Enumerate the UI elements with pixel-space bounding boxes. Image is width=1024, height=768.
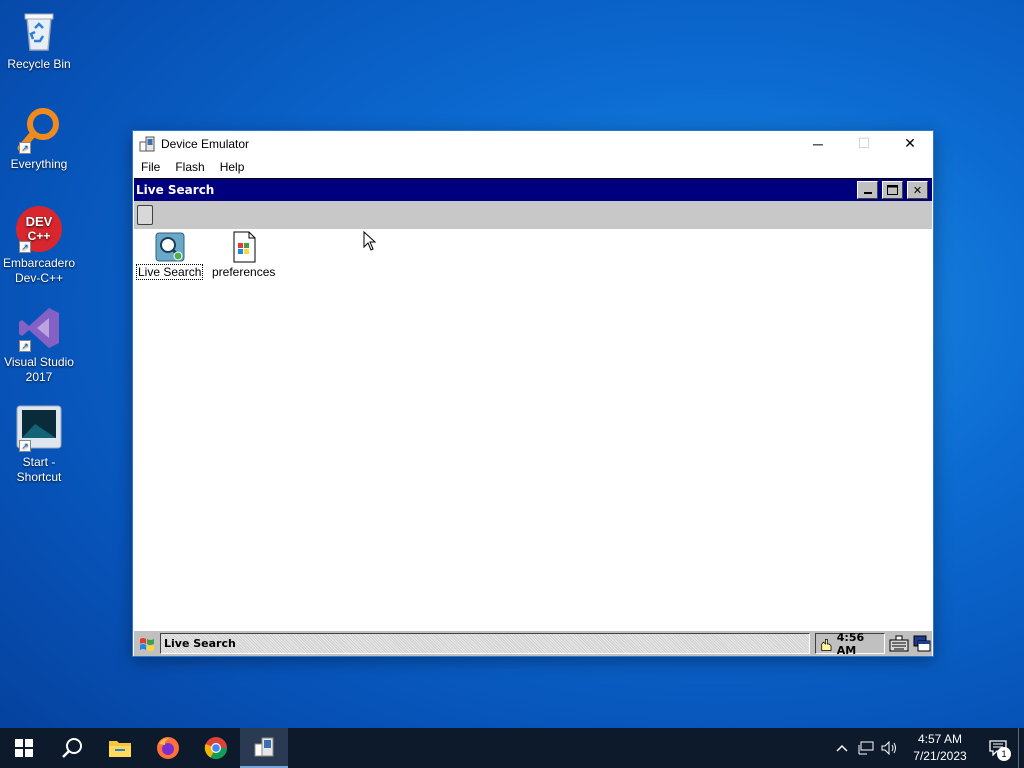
desktop-icon-visual-studio[interactable]: ↗ Visual Studio 2017 [2,304,76,385]
everything-search-icon: ↗ [15,106,63,154]
ce-task-live-search[interactable]: Live Search [160,633,810,654]
notification-count-badge: 1 [997,747,1011,761]
file-label: preferences [212,265,276,279]
dev-cpp-icon: DEV C++ ↗ [15,205,63,253]
file-label: Live Search [135,264,204,280]
shortcut-arrow-icon: ↗ [19,340,31,352]
menu-flash[interactable]: Flash [169,160,210,174]
desktop-icon-label: Visual Studio 2017 [4,355,74,384]
file-explorer-icon [109,741,131,757]
window-title: Device Emulator [161,136,250,151]
desktop-icon-start-shortcut[interactable]: ↗ Start - Shortcut [2,404,76,485]
system-tray: 4:57 AM 7/21/2023 1 [830,728,1024,768]
clock-time: 4:57 AM [917,732,963,746]
shortcut-arrow-icon: ↗ [19,142,31,154]
chevron-up-icon [836,744,848,752]
ce-start-button[interactable] [136,633,158,655]
menu-file[interactable]: File [135,160,166,174]
ce-window-title: Live Search [136,183,215,197]
desktop-icon-everything[interactable]: ↗ Everything [2,106,76,172]
clock-date: 7/21/2023 [913,749,967,763]
ce-screen[interactable]: Live Search ✕ Live Search preferences Li… [134,178,932,657]
action-center-button[interactable]: 1 [978,728,1018,768]
visual-studio-icon: ↗ [15,304,63,352]
file-live-search[interactable]: Live Search [135,231,204,280]
desktop-icon-label: Recycle Bin [7,57,71,71]
windows-flag-icon [140,637,154,651]
file-preferences[interactable]: preferences [211,231,276,279]
shortcut-arrow-icon: ↗ [19,440,31,452]
desktop-icon-label: Everything [10,157,68,171]
windows-taskbar: 4:57 AM 7/21/2023 1 [0,728,1024,768]
ce-file-view[interactable]: Live Search preferences [134,229,932,629]
taskbar-file-explorer[interactable] [96,728,144,768]
ce-taskbar: Live Search 4:56 AM [134,630,932,657]
ce-caption-bar[interactable]: Live Search ✕ [134,179,932,201]
maximize-button[interactable]: ☐ [841,131,887,156]
ce-toolbar [134,201,932,229]
taskbar-clock[interactable]: 4:57 AM 7/21/2023 [902,731,978,765]
stylus-hand-icon [821,638,832,651]
firefox-icon [157,737,179,759]
ce-maximize-button[interactable] [882,181,903,199]
tray-network-button[interactable] [854,728,878,768]
show-desktop-icon[interactable] [912,634,932,654]
title-bar[interactable]: Device Emulator ─ ☐ ✕ [133,131,933,156]
ce-clock: 4:56 AM [836,630,865,657]
start-button[interactable] [0,728,48,768]
desktop-icon-label: Start - Shortcut [16,455,62,484]
device-emulator-window[interactable]: Device Emulator ─ ☐ ✕ File Flash Help Li… [132,130,934,657]
ce-toolbar-button[interactable] [137,205,153,225]
ce-minimize-button[interactable] [857,181,878,199]
desktop-icon-recycle-bin[interactable]: Recycle Bin [2,6,76,72]
minimize-button[interactable]: ─ [795,131,841,156]
menu-bar: File Flash Help [133,156,933,178]
document-icon [233,231,256,263]
taskbar-device-emulator[interactable] [240,728,288,768]
keyboard-icon[interactable] [889,634,909,654]
volume-icon [881,741,896,755]
ce-close-button[interactable]: ✕ [907,181,928,199]
start-shortcut-icon: ↗ [15,404,63,452]
svg-text:DEV: DEV [26,214,53,229]
recycle-bin-icon [15,6,63,54]
desktop-icon-label: Embarcadero Dev-C++ [2,256,76,285]
live-search-icon [155,232,185,262]
ce-tray: 4:56 AM [815,630,885,657]
device-emulator-icon [254,737,274,757]
show-desktop-button[interactable] [1018,728,1024,768]
device-emulator-icon [139,136,155,151]
network-icon [858,741,874,755]
tray-overflow-button[interactable] [830,728,854,768]
svg-text:C++: C++ [28,229,51,243]
shortcut-arrow-icon: ↗ [19,241,31,253]
menu-help[interactable]: Help [214,160,251,174]
close-button[interactable]: ✕ [887,131,933,156]
tray-volume-button[interactable] [878,728,902,768]
taskbar-chrome[interactable] [192,728,240,768]
desktop-icon-dev-cpp[interactable]: DEV C++ ↗ Embarcadero Dev-C++ [2,205,76,286]
search-icon [62,738,82,758]
mouse-cursor-icon [363,231,377,251]
taskbar-firefox[interactable] [144,728,192,768]
chrome-icon [204,737,227,759]
taskbar-search-button[interactable] [48,728,96,768]
start-icon [15,739,33,757]
